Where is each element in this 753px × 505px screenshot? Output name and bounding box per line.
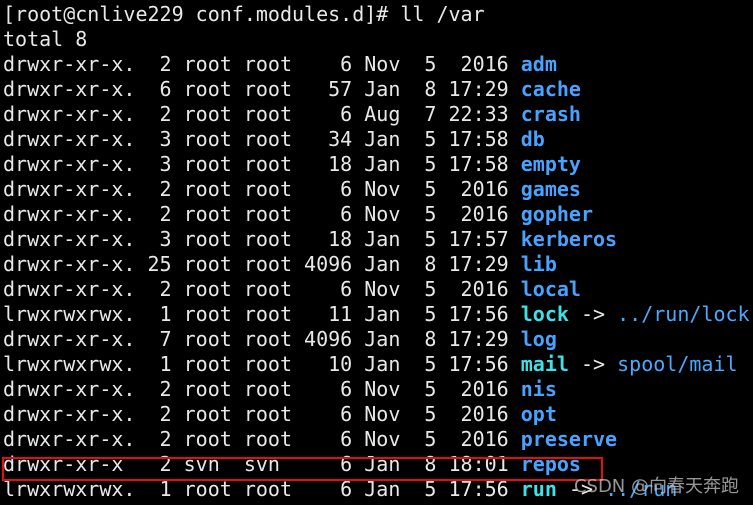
directory-name: empty [520, 152, 581, 176]
highlight-box [2, 457, 603, 481]
entry-meta: drwxr-xr-x. 2 root root 6 Nov 5 2016 [3, 52, 521, 76]
listing-row: drwxr-xr-x. 7 root root 4096 Jan 8 17:29… [3, 327, 750, 352]
listing-row: drwxr-xr-x. 3 root root 18 Jan 5 17:58 e… [3, 152, 750, 177]
directory-name: log [520, 327, 557, 351]
directory-name: local [520, 277, 581, 301]
symlink-target: ../run/lock [617, 302, 750, 326]
listing-row: lrwxrwxrwx. 1 root root 10 Jan 5 17:56 m… [3, 352, 750, 377]
listing-row: drwxr-xr-x. 2 root root 6 Nov 5 2016 gop… [3, 202, 750, 227]
entry-meta: lrwxrwxrwx. 1 root root 11 Jan 5 17:56 [3, 302, 521, 326]
command-prompt: [root@cnlive229 conf.modules.d]# ll /var [3, 2, 485, 26]
link-arrow: -> [568, 352, 618, 376]
entry-meta: drwxr-xr-x. 25 root root 4096 Jan 8 17:2… [3, 252, 521, 276]
directory-name: preserve [520, 427, 618, 451]
directory-name: cache [520, 77, 581, 101]
directory-name: crash [520, 102, 581, 126]
listing-row: drwxr-xr-x. 2 root root 6 Aug 7 22:33 cr… [3, 102, 750, 127]
directory-name: nis [520, 377, 557, 401]
entry-meta: drwxr-xr-x. 2 root root 6 Nov 5 2016 [3, 202, 521, 226]
entry-meta: drwxr-xr-x. 3 root root 18 Jan 5 17:58 [3, 152, 521, 176]
total-line: total 8 [3, 27, 88, 51]
directory-name: adm [520, 52, 557, 76]
link-arrow: -> [568, 302, 618, 326]
directory-name: opt [520, 402, 557, 426]
listing-row: drwxr-xr-x. 2 root root 6 Nov 5 2016 nis [3, 377, 750, 402]
symlink-target: spool/mail [617, 352, 738, 376]
entry-meta: drwxr-xr-x. 6 root root 57 Jan 8 17:29 [3, 77, 521, 101]
directory-name: gopher [520, 202, 594, 226]
directory-name: games [520, 177, 581, 201]
entry-meta: drwxr-xr-x. 2 root root 6 Nov 5 2016 [3, 277, 521, 301]
listing-row: drwxr-xr-x. 2 root root 6 Nov 5 2016 gam… [3, 177, 750, 202]
listing-row: drwxr-xr-x. 6 root root 57 Jan 8 17:29 c… [3, 77, 750, 102]
directory-name: lib [520, 252, 557, 276]
listing-row: lrwxrwxrwx. 1 root root 11 Jan 5 17:56 l… [3, 302, 750, 327]
symlink-name: lock [520, 302, 569, 326]
entry-meta: drwxr-xr-x. 3 root root 34 Jan 5 17:58 [3, 127, 521, 151]
entry-meta: drwxr-xr-x. 2 root root 6 Nov 5 2016 [3, 377, 521, 401]
listing-row: drwxr-xr-x. 2 root root 6 Nov 5 2016 opt [3, 402, 750, 427]
directory-name: db [520, 127, 545, 151]
entry-meta: drwxr-xr-x. 2 root root 6 Nov 5 2016 [3, 402, 521, 426]
watermark: CSDN @向春天奔跑 [573, 476, 739, 497]
listing-row: drwxr-xr-x. 2 root root 6 Nov 5 2016 pre… [3, 427, 750, 452]
listing-row: drwxr-xr-x. 3 root root 18 Jan 5 17:57 k… [3, 227, 750, 252]
terminal-output: [root@cnlive229 conf.modules.d]# ll /var… [3, 2, 750, 502]
listing-row: drwxr-xr-x. 25 root root 4096 Jan 8 17:2… [3, 252, 750, 277]
entry-meta: drwxr-xr-x. 2 root root 6 Nov 5 2016 [3, 427, 521, 451]
entry-meta: drwxr-xr-x. 3 root root 18 Jan 5 17:57 [3, 227, 521, 251]
entry-meta: drwxr-xr-x. 7 root root 4096 Jan 8 17:29 [3, 327, 521, 351]
listing-row: drwxr-xr-x. 3 root root 34 Jan 5 17:58 d… [3, 127, 750, 152]
entry-meta: drwxr-xr-x. 2 root root 6 Aug 7 22:33 [3, 102, 521, 126]
symlink-name: mail [520, 352, 569, 376]
listing-row: drwxr-xr-x. 2 root root 6 Nov 5 2016 adm [3, 52, 750, 77]
directory-name: kerberos [520, 227, 618, 251]
entry-meta: lrwxrwxrwx. 1 root root 10 Jan 5 17:56 [3, 352, 521, 376]
listing-row: drwxr-xr-x. 2 root root 6 Nov 5 2016 loc… [3, 277, 750, 302]
entry-meta: drwxr-xr-x. 2 root root 6 Nov 5 2016 [3, 177, 521, 201]
